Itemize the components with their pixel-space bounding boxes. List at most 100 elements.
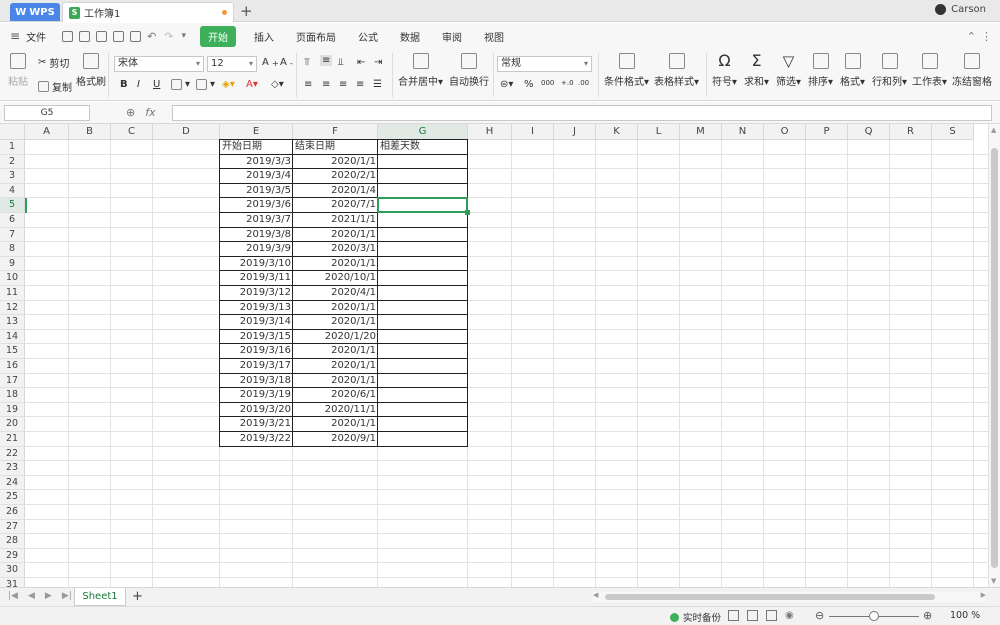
- table-header-cell[interactable]: 相差天数: [380, 140, 466, 155]
- row-header[interactable]: 9: [0, 256, 25, 272]
- symbol-button[interactable]: Ω 符号▾: [712, 53, 737, 89]
- row-header[interactable]: 6: [0, 213, 25, 228]
- tab-view[interactable]: 视图: [484, 29, 504, 44]
- decrease-font-icon[interactable]: A-: [280, 57, 293, 68]
- merge-center-button[interactable]: 合并居中▾: [398, 53, 443, 88]
- tab-home[interactable]: 开始: [200, 25, 237, 47]
- underline-button[interactable]: U: [153, 79, 160, 90]
- start-date-cell[interactable]: 2019/3/14: [222, 315, 291, 330]
- tab-data[interactable]: 数据: [400, 29, 420, 44]
- row-header[interactable]: 16: [0, 359, 25, 374]
- undo-icon[interactable]: ↶: [147, 30, 156, 43]
- column-header-h[interactable]: H: [468, 124, 512, 140]
- format-painter-button[interactable]: 格式刷: [76, 53, 106, 88]
- row-header[interactable]: 29: [0, 548, 25, 564]
- row-header[interactable]: 28: [0, 534, 25, 549]
- start-date-cell[interactable]: 2019/3/22: [222, 432, 291, 447]
- freeze-panes-button[interactable]: 冻结窗格: [952, 53, 992, 88]
- column-header-d[interactable]: D: [153, 124, 220, 140]
- row-header[interactable]: 31: [0, 578, 25, 587]
- column-header-g[interactable]: G: [378, 124, 468, 140]
- row-header[interactable]: 5: [0, 198, 25, 213]
- zoom-knob[interactable]: [869, 611, 879, 621]
- tab-insert[interactable]: 插入: [254, 29, 274, 44]
- end-date-cell[interactable]: 2020/7/1: [295, 198, 376, 213]
- end-date-cell[interactable]: 2020/9/1: [295, 432, 376, 447]
- start-date-cell[interactable]: 2019/3/17: [222, 359, 291, 374]
- font-name-select[interactable]: 宋体: [114, 56, 204, 72]
- start-date-cell[interactable]: 2019/3/11: [222, 271, 291, 286]
- page-layout-view-icon[interactable]: [747, 610, 758, 621]
- end-date-cell[interactable]: 2020/1/4: [295, 184, 376, 199]
- next-sheet-icon[interactable]: ▶: [45, 591, 52, 601]
- row-header[interactable]: 4: [0, 183, 25, 199]
- distributed-icon[interactable]: ☰: [373, 79, 382, 90]
- wrap-text-button[interactable]: 自动换行: [449, 53, 489, 88]
- horizontal-scroll-thumb[interactable]: [605, 594, 935, 600]
- end-date-cell[interactable]: 2020/1/1: [295, 301, 376, 316]
- normal-view-icon[interactable]: [728, 610, 739, 621]
- end-date-cell[interactable]: 2020/1/1: [295, 155, 376, 170]
- end-date-cell[interactable]: 2020/1/1: [295, 344, 376, 359]
- column-header-r[interactable]: R: [890, 124, 932, 140]
- workbook-tab[interactable]: S 工作簿1: [62, 2, 234, 22]
- redo-icon[interactable]: ↷: [164, 30, 173, 43]
- start-date-cell[interactable]: 2019/3/15: [222, 330, 291, 345]
- first-sheet-icon[interactable]: |◀: [8, 591, 18, 601]
- column-header-a[interactable]: A: [25, 124, 69, 140]
- align-middle-icon[interactable]: ≡: [320, 55, 333, 66]
- row-header[interactable]: 15: [0, 344, 25, 359]
- start-date-cell[interactable]: 2019/3/16: [222, 344, 291, 359]
- increase-decimal-icon[interactable]: +.0: [561, 79, 574, 87]
- end-date-cell[interactable]: 2020/1/1: [295, 417, 376, 432]
- column-header-s[interactable]: S: [932, 124, 974, 140]
- column-header-n[interactable]: N: [722, 124, 764, 140]
- ribbon-collapse-icon[interactable]: ⌃: [967, 30, 976, 43]
- active-cell-selection[interactable]: [377, 197, 468, 213]
- column-header-b[interactable]: B: [69, 124, 111, 140]
- column-header-k[interactable]: K: [596, 124, 638, 140]
- column-header-q[interactable]: Q: [848, 124, 890, 140]
- column-header-p[interactable]: P: [806, 124, 848, 140]
- end-date-cell[interactable]: 2020/1/1: [295, 228, 376, 243]
- row-header[interactable]: 3: [0, 169, 25, 184]
- column-header-j[interactable]: J: [554, 124, 596, 140]
- save-icon[interactable]: [79, 30, 91, 42]
- scroll-up-icon[interactable]: ▲: [991, 126, 996, 134]
- scroll-left-icon[interactable]: ◀: [593, 591, 598, 599]
- column-header-l[interactable]: L: [638, 124, 680, 140]
- start-date-cell[interactable]: 2019/3/20: [222, 403, 291, 418]
- end-date-cell[interactable]: 2020/2/1: [295, 169, 376, 184]
- end-date-cell[interactable]: 2020/1/20: [295, 330, 376, 345]
- column-header-o[interactable]: O: [764, 124, 806, 140]
- formula-input[interactable]: [172, 105, 992, 121]
- scroll-right-icon[interactable]: ▶: [981, 591, 986, 599]
- user-account[interactable]: Carson: [935, 4, 986, 15]
- row-header[interactable]: 27: [0, 519, 25, 535]
- scroll-down-icon[interactable]: ▼: [991, 577, 996, 585]
- row-header[interactable]: 24: [0, 475, 25, 491]
- row-header[interactable]: 26: [0, 505, 25, 520]
- bold-button[interactable]: B: [120, 79, 128, 90]
- end-date-cell[interactable]: 2020/11/1: [295, 403, 376, 418]
- decrease-decimal-icon[interactable]: .00: [578, 79, 589, 87]
- row-header[interactable]: 25: [0, 490, 25, 505]
- table-header-cell[interactable]: 结束日期: [295, 140, 376, 155]
- start-date-cell[interactable]: 2019/3/9: [222, 242, 291, 257]
- row-header[interactable]: 22: [0, 446, 25, 462]
- percent-button[interactable]: %: [524, 79, 534, 90]
- row-col-button[interactable]: 行和列▾: [872, 53, 907, 88]
- fill-handle[interactable]: [465, 210, 470, 215]
- start-date-cell[interactable]: 2019/3/5: [222, 184, 291, 199]
- row-header[interactable]: 13: [0, 315, 25, 330]
- clear-format-button[interactable]: ◇▾: [271, 79, 284, 90]
- row-header[interactable]: 10: [0, 271, 25, 286]
- table-style-button[interactable]: 表格样式▾: [654, 53, 699, 88]
- row-header[interactable]: 14: [0, 329, 25, 345]
- zoom-formula-icon[interactable]: ⊕: [126, 106, 135, 119]
- row-header[interactable]: 30: [0, 563, 25, 578]
- prev-sheet-icon[interactable]: ◀: [28, 591, 35, 601]
- filter-button[interactable]: ▽ 筛选▾: [776, 53, 801, 88]
- end-date-cell[interactable]: 2021/1/1: [295, 213, 376, 228]
- sheet-tab[interactable]: Sheet1: [74, 588, 126, 606]
